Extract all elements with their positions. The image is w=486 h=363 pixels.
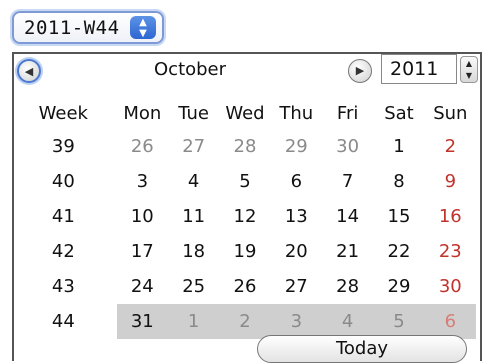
- day-cell[interactable]: 26: [219, 269, 270, 304]
- week-number[interactable]: 40: [16, 164, 117, 199]
- day-cell[interactable]: 1: [373, 129, 424, 164]
- day-cell[interactable]: 18: [168, 234, 219, 269]
- year-stepper-icon[interactable]: ▲ ▼: [460, 56, 478, 83]
- day-cell[interactable]: 3: [117, 164, 168, 199]
- day-cell[interactable]: 31: [116, 304, 168, 339]
- week-number[interactable]: 42: [16, 234, 117, 269]
- day-cell[interactable]: 2: [425, 129, 476, 164]
- week-row[interactable]: 41 10 11 12 13 14 15 16: [16, 199, 476, 234]
- day-cell[interactable]: 28: [219, 129, 270, 164]
- weekday-header: Tue: [178, 102, 210, 124]
- day-cell[interactable]: 29: [271, 129, 322, 164]
- day-cell[interactable]: 14: [322, 199, 373, 234]
- day-cell[interactable]: 6: [424, 304, 476, 339]
- calendar-popup: ◀ October ▶ 2011 ▲ ▼ Week Mon Tue Wed Thu…: [12, 52, 482, 363]
- week-number[interactable]: 43: [16, 269, 117, 304]
- week-value: 2011-W44: [24, 16, 120, 39]
- week-row[interactable]: 42 17 18 19 20 21 22 23: [16, 234, 476, 269]
- day-cell[interactable]: 27: [168, 129, 219, 164]
- selected-week-row[interactable]: 44 31 1 2 3 4 5 6: [16, 304, 476, 339]
- weekday-header: Mon: [123, 102, 162, 124]
- day-cell[interactable]: 3: [270, 304, 322, 339]
- weekday-header: Thu: [279, 102, 314, 124]
- day-cell[interactable]: 12: [219, 199, 270, 234]
- weekday-header: Fri: [336, 102, 359, 124]
- week-row[interactable]: 39 26 27 28 29 30 1 2: [16, 129, 476, 164]
- weekday-header: Sat: [384, 102, 414, 124]
- day-cell[interactable]: 27: [271, 269, 322, 304]
- day-cell[interactable]: 23: [425, 234, 476, 269]
- day-cell[interactable]: 24: [117, 269, 168, 304]
- today-button[interactable]: Today: [257, 335, 467, 363]
- day-cell[interactable]: 13: [271, 199, 322, 234]
- day-cell[interactable]: 6: [271, 164, 322, 199]
- day-cell[interactable]: 20: [271, 234, 322, 269]
- week-number[interactable]: 41: [16, 199, 117, 234]
- calendar-grid: Week Mon Tue Wed Thu Fri Sat Sun 39 26 2…: [16, 97, 476, 339]
- day-cell[interactable]: 7: [322, 164, 373, 199]
- weekday-header: Wed: [225, 102, 265, 124]
- day-cell[interactable]: 17: [117, 234, 168, 269]
- month-label: October: [154, 59, 227, 80]
- day-cell[interactable]: 29: [373, 269, 424, 304]
- week-row[interactable]: 40 3 4 5 6 7 8 9: [16, 164, 476, 199]
- previous-month-icon[interactable]: ◀: [17, 59, 41, 83]
- day-cell[interactable]: 25: [168, 269, 219, 304]
- day-cell[interactable]: 2: [219, 304, 271, 339]
- week-column-header: Week: [38, 102, 88, 124]
- day-cell[interactable]: 26: [117, 129, 168, 164]
- day-cell[interactable]: 21: [322, 234, 373, 269]
- day-cell[interactable]: 15: [373, 199, 424, 234]
- day-cell[interactable]: 10: [117, 199, 168, 234]
- day-cell[interactable]: 22: [373, 234, 424, 269]
- day-cell[interactable]: 30: [322, 129, 373, 164]
- day-cell[interactable]: 30: [425, 269, 476, 304]
- day-cell[interactable]: 11: [168, 199, 219, 234]
- week-select[interactable]: 2011-W44 ▲ ▼: [12, 11, 164, 44]
- week-row[interactable]: 43 24 25 26 27 28 29 30: [16, 269, 476, 304]
- up-down-arrows-icon[interactable]: ▲ ▼: [130, 16, 156, 39]
- week-number[interactable]: 39: [16, 129, 117, 164]
- day-cell[interactable]: 19: [219, 234, 270, 269]
- week-number[interactable]: 44: [16, 304, 117, 339]
- day-cell[interactable]: 5: [219, 164, 270, 199]
- day-cell[interactable]: 5: [373, 304, 425, 339]
- day-cell[interactable]: 28: [322, 269, 373, 304]
- next-month-icon[interactable]: ▶: [348, 59, 372, 83]
- day-cell[interactable]: 1: [167, 304, 220, 339]
- weekday-header-row: Week Mon Tue Wed Thu Fri Sat Sun: [16, 97, 476, 129]
- year-field[interactable]: 2011: [381, 54, 457, 84]
- day-cell[interactable]: 4: [321, 304, 374, 339]
- day-cell[interactable]: 4: [168, 164, 219, 199]
- weekday-header: Sun: [433, 102, 468, 124]
- day-cell[interactable]: 9: [425, 164, 476, 199]
- day-cell[interactable]: 8: [373, 164, 424, 199]
- day-cell[interactable]: 16: [425, 199, 476, 234]
